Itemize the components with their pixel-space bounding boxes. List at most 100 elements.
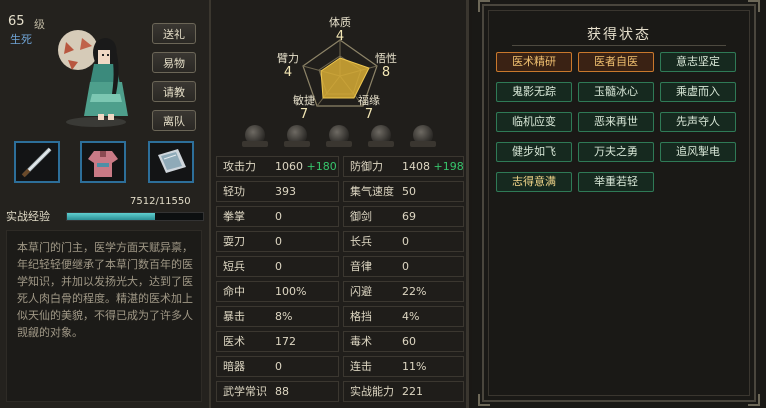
attr-agility-label: 敏捷 xyxy=(293,94,315,107)
stat-value: 50 xyxy=(402,185,416,198)
status-badge[interactable]: 医术精研 xyxy=(496,52,572,72)
stat-value: 0 xyxy=(275,260,282,273)
orb-pedestal xyxy=(284,141,310,147)
stat-value: 1060 xyxy=(275,160,303,173)
armor-slot[interactable] xyxy=(80,141,126,183)
experience-fill xyxy=(67,213,156,220)
stat-value: 0 xyxy=(402,235,409,248)
orb-pedestal xyxy=(410,141,436,147)
gift-button[interactable]: 送礼 xyxy=(152,23,196,44)
stat-label: 格挡 xyxy=(350,310,372,323)
frame-corner xyxy=(478,394,490,406)
status-badge[interactable]: 玉髓冰心 xyxy=(578,82,654,102)
attr-insight-value: 8 xyxy=(381,65,391,80)
stat-value: 88 xyxy=(275,385,289,398)
stat-cell: 拳掌 0 xyxy=(216,206,339,227)
stat-label: 长兵 xyxy=(350,235,372,248)
stat-label: 防御力 xyxy=(350,160,383,173)
stat-value: 8% xyxy=(275,310,293,323)
stat-cell: 音律 0 xyxy=(343,256,464,277)
status-badge[interactable]: 万夫之勇 xyxy=(578,142,654,162)
stat-bonus: +198 xyxy=(430,160,464,173)
stat-bonus: +180 xyxy=(303,160,337,173)
stat-value: 100% xyxy=(275,285,307,298)
status-title: 获得状态 xyxy=(587,27,651,43)
status-badge[interactable]: 举重若轻 xyxy=(578,172,654,192)
consult-button[interactable]: 请教 xyxy=(152,81,196,102)
status-badge[interactable]: 鬼影无踪 xyxy=(496,82,572,102)
orb-pedestal xyxy=(326,141,352,147)
frame-corner xyxy=(478,0,490,12)
stat-cell: 暴击 8% xyxy=(216,306,339,327)
stat-row: 命中 100% 闪避 22% xyxy=(216,281,464,302)
stat-label: 短兵 xyxy=(223,260,245,273)
stat-value: 22% xyxy=(402,285,427,298)
stat-cell: 短兵 0 xyxy=(216,256,339,277)
trade-button[interactable]: 易物 xyxy=(152,52,196,73)
stat-cell: 长兵 0 xyxy=(343,231,464,252)
stat-cell: 暗器 0 xyxy=(216,356,339,377)
status-badge[interactable]: 意志坚定 xyxy=(660,52,736,72)
stat-row: 暴击 8% 格挡 4% xyxy=(216,306,464,327)
attr-fortune-value: 7 xyxy=(364,107,374,122)
attr-strength: 臂力 4 xyxy=(271,50,305,80)
frame-corner xyxy=(748,0,760,12)
experience-bar xyxy=(66,212,204,221)
stat-value: 393 xyxy=(275,185,296,198)
stat-cell: 轻功 393 xyxy=(216,181,339,202)
weapon-slot[interactable] xyxy=(14,141,60,183)
stat-label: 耍刀 xyxy=(223,235,245,248)
stat-value: 0 xyxy=(275,360,282,373)
stat-cell: 闪避 22% xyxy=(343,281,464,302)
attr-agility: 敏捷 7 xyxy=(287,92,321,122)
attr-fortune: 福缘 7 xyxy=(352,92,386,122)
attr-strength-label: 臂力 xyxy=(277,52,299,65)
leave-party-button[interactable]: 离队 xyxy=(152,110,196,131)
stat-row: 武学常识 88 实战能力 221 xyxy=(216,381,464,402)
status-badge[interactable]: 志得意满 xyxy=(496,172,572,192)
orb-pedestal xyxy=(368,141,394,147)
status-badge[interactable]: 恶来再世 xyxy=(578,112,654,132)
stat-value: 0 xyxy=(275,210,282,223)
stat-label: 连击 xyxy=(350,360,372,373)
status-badge[interactable]: 临机应变 xyxy=(496,112,572,132)
stat-cell: 武学常识 88 xyxy=(216,381,339,402)
stat-cell: 医术 172 xyxy=(216,331,339,352)
stat-value: 172 xyxy=(275,335,296,348)
status-badge[interactable]: 医者自医 xyxy=(578,52,654,72)
status-badge[interactable]: 乘虚而入 xyxy=(660,82,736,102)
stat-row: 攻击力 1060 +180 防御力 1408 +198 xyxy=(216,156,464,177)
status-badge[interactable]: 健步如飞 xyxy=(496,142,572,162)
stat-label: 攻击力 xyxy=(223,160,256,173)
frame-corner xyxy=(748,394,760,406)
attr-constitution-value: 4 xyxy=(335,29,345,44)
stat-cell: 毒术 60 xyxy=(343,331,464,352)
attr-fortune-label: 福缘 xyxy=(358,94,380,107)
stat-cell: 连击 11% xyxy=(343,356,464,377)
stat-row: 拳掌 0 御剑 69 xyxy=(216,206,464,227)
stat-cell: 格挡 4% xyxy=(343,306,464,327)
stat-row: 暗器 0 连击 11% xyxy=(216,356,464,377)
orb-pedestal xyxy=(242,141,268,147)
attr-strength-value: 4 xyxy=(283,65,293,80)
stat-label: 医术 xyxy=(223,335,245,348)
stat-cell: 命中 100% xyxy=(216,281,339,302)
status-badge[interactable]: 追风掣电 xyxy=(660,142,736,162)
character-panel: 65 级 生死 送礼 易物 请教 离队 7512/11550 实战经验 本草门的… xyxy=(0,0,211,408)
accessory-slot[interactable] xyxy=(148,141,194,183)
title-divider xyxy=(512,45,726,46)
stat-value: 11% xyxy=(402,360,427,373)
stat-row: 医术 172 毒术 60 xyxy=(216,331,464,352)
attr-insight: 悟性 8 xyxy=(369,50,403,80)
stat-cell: 攻击力 1060 +180 xyxy=(216,156,339,177)
experience-value: 7512/11550 xyxy=(130,196,191,207)
experience-label: 实战经验 xyxy=(6,210,50,223)
life-status: 生死 xyxy=(10,33,32,46)
status-badge[interactable]: 先声夺人 xyxy=(660,112,736,132)
stat-row: 耍刀 0 长兵 0 xyxy=(216,231,464,252)
stat-cell: 集气速度 50 xyxy=(343,181,464,202)
level-unit: 级 xyxy=(34,18,45,31)
stat-label: 闪避 xyxy=(350,285,372,298)
stat-label: 集气速度 xyxy=(350,185,394,198)
stat-value: 4% xyxy=(402,310,420,323)
